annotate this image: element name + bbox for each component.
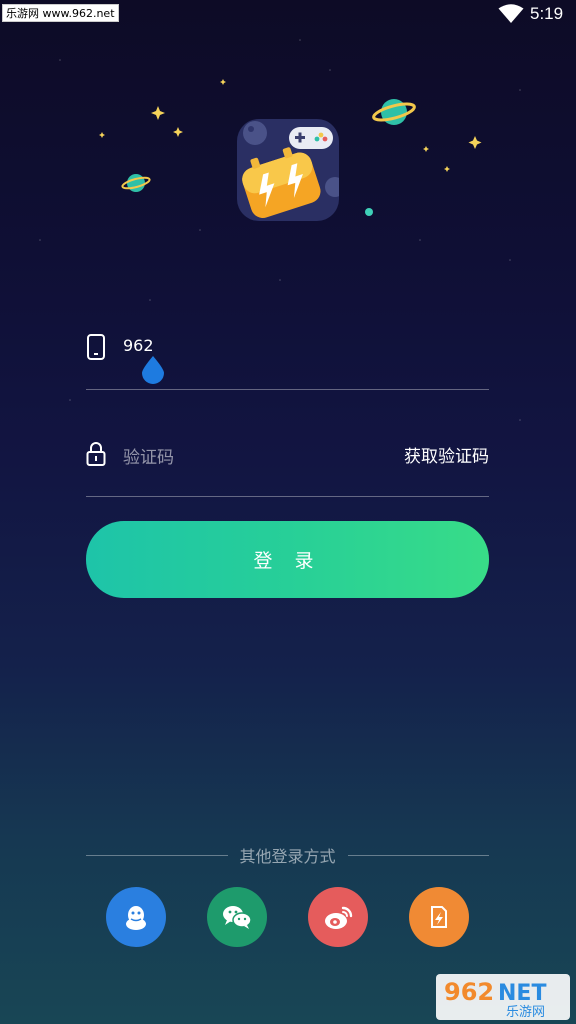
wifi-icon (498, 4, 524, 23)
game-controller-icon (289, 127, 333, 149)
app-logo (237, 119, 339, 221)
status-bar: 乐游网 www.962.net 5:19 (0, 0, 576, 30)
watermark-top: 乐游网 www.962.net (2, 4, 119, 22)
other-login-divider: 其他登录方式 (86, 844, 490, 866)
wechat-login-button[interactable] (207, 887, 267, 947)
phone-field[interactable]: 962 (86, 330, 489, 390)
svg-text:962: 962 (444, 978, 494, 1006)
watermark-bottom-logo: 962 NET 乐游网 (436, 974, 570, 1020)
login-button[interactable]: 登 录 (86, 521, 489, 598)
qq-login-button[interactable] (106, 887, 166, 947)
small-planet-icon (121, 174, 151, 192)
other-login-button[interactable] (409, 887, 469, 947)
svg-text:NET: NET (498, 981, 546, 1006)
qq-penguin-icon (126, 906, 146, 930)
divider-line-right (347, 854, 490, 856)
lock-icon (86, 442, 106, 466)
divider-line-left (86, 854, 228, 856)
wechat-icon (223, 906, 252, 929)
planet-icon (372, 99, 416, 125)
verification-code-input[interactable]: 验证码 (123, 443, 174, 468)
verification-code-field[interactable]: 验证码 获取验证码 (86, 437, 489, 497)
clock: 5:19 (530, 4, 564, 23)
get-code-button[interactable]: 获取验证码 (404, 442, 489, 467)
phone-input[interactable]: 962 (123, 336, 154, 355)
weibo-icon (325, 906, 353, 929)
phone-icon (87, 334, 105, 360)
other-login-label: 其他登录方式 (239, 847, 336, 866)
weibo-login-button[interactable] (308, 887, 368, 947)
text-cursor-handle-icon[interactable] (140, 355, 166, 385)
lightning-card-icon (431, 906, 447, 928)
svg-text:乐游网: 乐游网 (506, 1005, 545, 1020)
